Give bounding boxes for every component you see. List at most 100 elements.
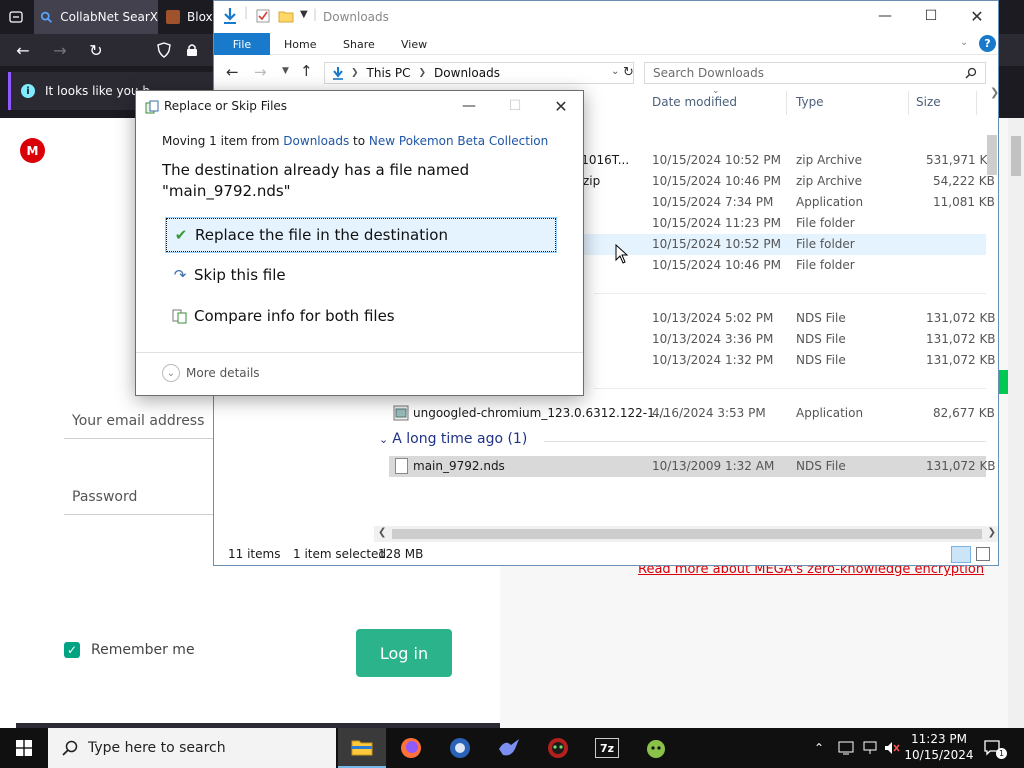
horizontal-scrollbar-thumb[interactable] [392, 529, 982, 539]
more-details-toggle[interactable]: ⌄ More details [162, 364, 260, 382]
large-icons-view-icon[interactable] [976, 547, 990, 561]
file-explorer-taskbar-icon[interactable] [338, 728, 386, 768]
vertical-scrollbar-thumb[interactable] [987, 135, 997, 175]
back-arrow-icon[interactable]: ← [11, 38, 35, 62]
7zip-taskbar-icon[interactable]: 7z [583, 728, 631, 768]
group-header-long-time-ago[interactable]: ⌄ A long time ago (1) [379, 431, 527, 447]
checkmark-icon: ✔ [174, 226, 188, 244]
breadcrumb-downloads[interactable]: Downloads [434, 66, 500, 80]
remember-me-option[interactable]: ✓ Remember me [64, 642, 195, 658]
dialog-close-button[interactable]: ✕ [538, 91, 584, 121]
search-icon [62, 740, 78, 756]
tab-list-icon[interactable] [4, 5, 28, 29]
source-folder-link[interactable]: Downloads [283, 134, 349, 148]
replace-or-skip-dialog: Replace or Skip Files — ☐ ✕ Moving 1 ite… [135, 90, 584, 396]
customize-toolbar-icon[interactable]: ▼ [300, 9, 308, 20]
properties-icon[interactable] [256, 9, 270, 23]
dialog-minimize-button[interactable]: — [446, 91, 492, 121]
start-button[interactable] [0, 728, 48, 768]
table-row-selected[interactable]: main_9792.nds 10/13/2009 1:32 AM NDS Fil… [389, 456, 996, 477]
column-size[interactable]: Size [916, 95, 941, 109]
explorer-title-bar: | ▼ | Downloads — ☐ ✕ [214, 1, 998, 33]
bird-app-taskbar-icon[interactable] [485, 728, 533, 768]
column-type[interactable]: Type [796, 95, 824, 109]
shield-icon[interactable] [152, 38, 176, 62]
close-button[interactable]: ✕ [954, 1, 998, 31]
ribbon-tabs: File Home Share View ⌄ ? [214, 33, 998, 55]
reload-icon[interactable]: ↻ [84, 38, 108, 62]
site-favicon-icon [166, 10, 180, 24]
breadcrumb-chevron-icon[interactable]: ❯ [351, 68, 359, 78]
replace-file-option[interactable]: ✔ Replace the file in the destination [165, 217, 557, 253]
ribbon-expand-chevron-icon[interactable]: ⌄ [960, 37, 968, 48]
tab-home[interactable]: Home [284, 33, 316, 55]
skip-file-option[interactable]: ↷ Skip this file [166, 258, 556, 292]
status-bar: 11 items 1 item selected 128 MB [214, 545, 998, 565]
minimize-button[interactable]: — [862, 1, 908, 31]
up-arrow-icon[interactable]: ↑ [300, 62, 313, 80]
dialog-maximize-button: ☐ [508, 98, 522, 114]
taskbar-search-box[interactable]: Type here to search [48, 728, 336, 768]
scroll-left-icon[interactable]: ❮ [378, 527, 386, 538]
network-tray-icon[interactable] [862, 728, 878, 768]
column-date-modified[interactable]: Date modified [652, 95, 737, 109]
browser-taskbar-icon[interactable] [436, 728, 484, 768]
new-folder-icon[interactable] [278, 9, 294, 23]
remember-me-label: Remember me [91, 642, 195, 658]
refresh-icon[interactable]: ↻ [623, 65, 635, 80]
show-hidden-icons-chevron-icon[interactable]: ⌃ [814, 728, 824, 768]
page-scrollbar[interactable] [1008, 118, 1024, 728]
email-field[interactable]: Your email address [64, 403, 214, 439]
tab-view[interactable]: View [401, 33, 427, 55]
firefox-taskbar-icon[interactable] [387, 728, 435, 768]
horizontal-scrollbar[interactable]: ❮ ❯ [374, 526, 998, 542]
scroll-right-icon[interactable]: ❯ [988, 527, 996, 538]
browser-tab-searx[interactable]: CollabNet SearX [34, 0, 158, 34]
checkbox-checked-icon[interactable]: ✓ [64, 642, 80, 658]
mega-logo-icon[interactable]: M [20, 138, 45, 163]
selection-size: 128 MB [378, 547, 424, 561]
details-view-icon[interactable] [951, 546, 971, 563]
page-scrollbar-thumb[interactable] [1011, 136, 1021, 176]
address-bar[interactable]: ❯ This PC ❯ Downloads ⌄ ↻ [324, 62, 634, 84]
search-input[interactable]: Search Downloads [644, 62, 986, 84]
downloads-folder-icon [333, 67, 343, 80]
breadcrumb-chevron-icon[interactable]: ❯ [419, 68, 427, 78]
recent-locations-chevron-icon[interactable]: ▼ [282, 66, 289, 76]
address-dropdown-icon[interactable]: ⌄ [611, 66, 619, 77]
compare-files-option[interactable]: Compare info for both files [166, 299, 556, 333]
chevron-down-icon: ⌄ [379, 433, 389, 446]
compare-files-icon [172, 309, 187, 324]
forward-arrow-icon[interactable]: → [254, 63, 267, 81]
tab-file[interactable]: File [214, 33, 270, 55]
security-tray-icon[interactable] [838, 728, 854, 768]
login-button[interactable]: Log in [356, 629, 452, 677]
destination-folder-link[interactable]: New Pokemon Beta Collection [369, 134, 548, 148]
info-icon: i [21, 84, 35, 98]
game-app-taskbar-icon[interactable] [534, 728, 582, 768]
move-description: Moving 1 item from Downloads to New Poke… [162, 134, 549, 148]
table-row[interactable]: ungoogled-chromium_123.0.6312.122-1.... … [389, 403, 995, 424]
green-app-taskbar-icon[interactable] [632, 728, 680, 768]
lock-icon[interactable] [180, 38, 204, 62]
download-arrow-icon [224, 8, 236, 24]
tab-share[interactable]: Share [343, 33, 375, 55]
skip-arrow-icon: ↷ [173, 266, 187, 284]
maximize-button[interactable]: ☐ [908, 1, 954, 31]
forward-arrow-icon[interactable]: → [48, 38, 72, 62]
search-icon [40, 11, 52, 23]
password-field[interactable]: Password [64, 479, 214, 515]
back-arrow-icon[interactable]: ← [226, 63, 239, 81]
help-icon[interactable]: ? [979, 35, 996, 52]
taskbar-clock[interactable]: 11:23 PM 10/15/2024 [896, 731, 982, 763]
breadcrumb-this-pc[interactable]: This PC [367, 66, 411, 80]
browser-tab-blox[interactable]: Blox [160, 0, 214, 34]
mouse-pointer-icon [615, 244, 629, 264]
application-icon [393, 405, 409, 421]
item-count: 11 items [228, 547, 281, 561]
tab-label: Blox [187, 10, 213, 24]
scroll-right-chevron-icon[interactable]: ❯ [990, 86, 998, 99]
vertical-scrollbar[interactable] [984, 119, 998, 529]
taskbar-search-placeholder: Type here to search [88, 740, 226, 756]
notification-center-button[interactable]: 1 [984, 728, 1007, 768]
